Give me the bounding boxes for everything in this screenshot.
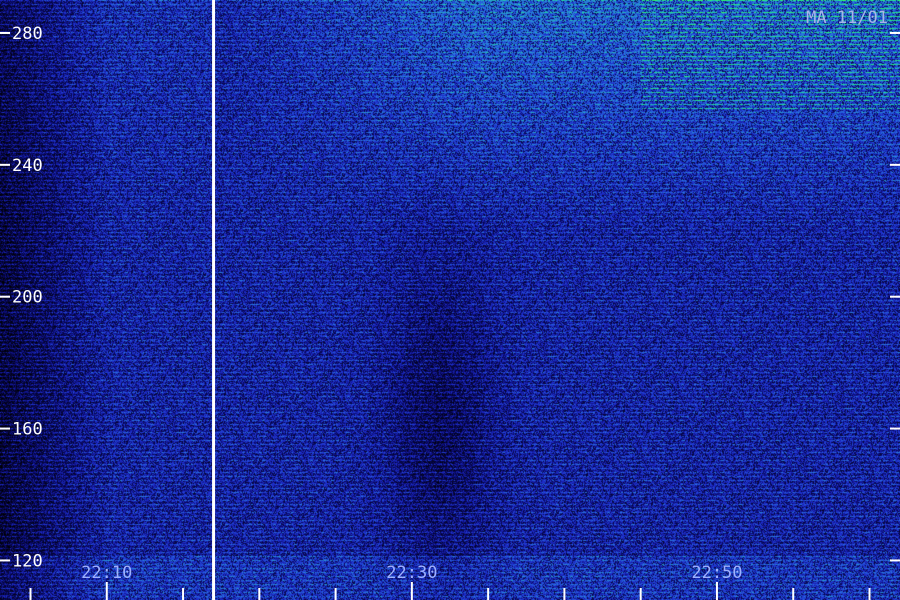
- x-tick-label: 22:50: [691, 563, 742, 583]
- y-tick-label: 280: [12, 24, 43, 44]
- y-axis-left: 280 240 200 160 120: [0, 24, 43, 571]
- chart-overlay: MA 11/01 280 240 200 160 120 22:10 22:30 22:50: [0, 0, 900, 600]
- x-tick-label: 22:30: [386, 563, 437, 583]
- station-label: MA 11/01: [806, 8, 888, 28]
- x-tick-label: 22:10: [81, 563, 132, 583]
- y-tick-label: 120: [12, 551, 43, 571]
- y-tick-label: 200: [12, 288, 43, 308]
- y-axis-right: [890, 31, 900, 562]
- y-tick-label: 240: [12, 156, 43, 176]
- y-tick-label: 160: [12, 420, 43, 440]
- x-axis: 22:10 22:30 22:50: [29, 563, 871, 600]
